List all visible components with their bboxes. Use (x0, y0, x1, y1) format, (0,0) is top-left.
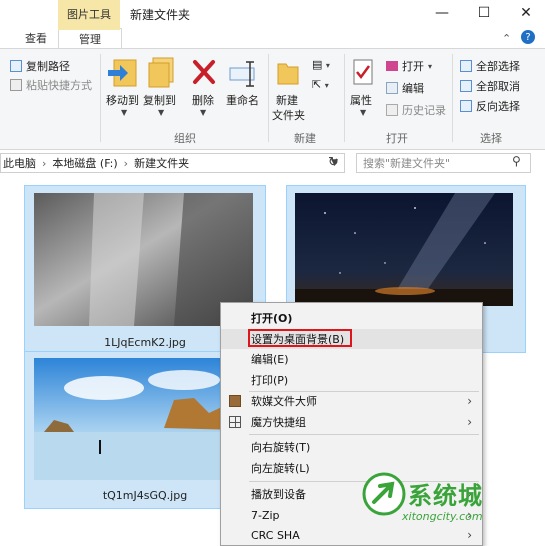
menu-item-rotate-right[interactable]: 向右旋转(T) (221, 437, 482, 457)
menu-item-print[interactable]: 打印(P) (221, 370, 482, 390)
watermark-brand: 系统城 (408, 482, 483, 510)
rename-icon (229, 61, 255, 87)
open-icon (386, 61, 398, 71)
breadcrumb-folder[interactable]: 新建文件夹 (134, 155, 189, 171)
rename-label: 重命名 (226, 94, 259, 107)
copy-to-caret-icon: ▼ (158, 108, 165, 117)
new-folder-icon (277, 63, 299, 85)
move-to-caret-icon: ▼ (121, 108, 128, 117)
invert-selection-button[interactable]: 反向选择 (460, 98, 520, 114)
new-item-icon[interactable]: ▤ ▾ (312, 58, 330, 71)
easy-access-icon[interactable]: ⇱ ▾ (312, 78, 329, 91)
submenu-arrow-icon: › (467, 415, 472, 429)
breadcrumb-separator-icon: › (42, 156, 47, 170)
select-none-button[interactable]: 全部取消 (460, 78, 520, 94)
tab-view[interactable]: 查看 (14, 28, 58, 48)
watermark-logo-icon (362, 472, 406, 516)
close-button[interactable]: ✕ (508, 0, 544, 26)
ribbon-separator (452, 54, 453, 142)
invert-selection-icon (460, 100, 472, 112)
paste-shortcut-button[interactable]: 粘贴快捷方式 (10, 77, 92, 93)
copy-to-icon (148, 57, 174, 88)
image-thumbnail (295, 193, 513, 306)
menu-item-set-desktop-background[interactable]: 设置为桌面背景(B) (221, 329, 482, 349)
delete-label: 删除 (192, 94, 214, 107)
paste-shortcut-icon (10, 79, 22, 91)
select-all-button[interactable]: 全部选择 (460, 58, 520, 74)
watermark-url: xitongcity.com (402, 510, 483, 523)
window-title: 新建文件夹 (130, 8, 191, 22)
delete-caret-icon: ▼ (200, 108, 207, 117)
history-icon (386, 104, 398, 116)
site-watermark: 系统城 xitongcity.com (362, 470, 512, 540)
new-folder-label-line2: 文件夹 (272, 109, 305, 122)
select-none-icon (460, 80, 472, 92)
breadcrumb-drive[interactable]: 本地磁盘 (F:) (52, 155, 117, 171)
search-icon[interactable]: ⚲ (512, 154, 521, 168)
menu-item-ruanmei-file-master[interactable]: 软媒文件大师 › (221, 391, 482, 411)
properties-button[interactable]: 属性 ▼ (348, 56, 380, 126)
copy-path-icon (10, 60, 22, 72)
copy-to-label: 复制到 (143, 94, 176, 107)
delete-button[interactable]: 删除 ▼ (190, 56, 220, 126)
ribbon-collapse-icon[interactable]: ⌃ (502, 32, 511, 45)
help-icon[interactable]: ? (521, 30, 535, 44)
delete-icon (193, 60, 215, 84)
new-folder-button[interactable]: 新建 文件夹 (272, 56, 308, 126)
move-to-label: 移动到 (106, 94, 139, 107)
ribbon-separator (268, 54, 269, 142)
select-group-label: 选择 (480, 132, 502, 145)
context-tab-accent (58, 28, 120, 30)
menu-item-mofang-shortcut[interactable]: 魔方快捷组 › (221, 412, 482, 432)
paste-shortcut-label: 粘贴快捷方式 (26, 79, 92, 92)
move-to-button[interactable]: 移动到 ▼ (106, 56, 142, 126)
copy-path-button[interactable]: 复制路径 (10, 58, 70, 74)
properties-icon (353, 59, 373, 85)
organize-group-label: 组织 (174, 132, 196, 145)
ribbon-separator (344, 54, 345, 142)
history-button[interactable]: 历史记录 (386, 102, 446, 118)
address-bar[interactable]: 此电脑 › 本地磁盘 (F:) › 新建文件夹 ▼ (0, 153, 345, 173)
grid-icon (229, 416, 241, 428)
open-label: 打开 (402, 60, 424, 73)
select-all-icon (460, 60, 472, 72)
history-label: 历史记录 (402, 104, 446, 117)
select-all-label: 全部选择 (476, 60, 520, 73)
properties-caret-icon: ▼ (360, 108, 367, 117)
open-group-label: 打开 (386, 132, 408, 145)
menu-item-open[interactable]: 打开(O) (221, 308, 482, 328)
edit-label: 编辑 (402, 82, 424, 95)
open-button[interactable]: 打开 ▾ (386, 58, 432, 74)
move-to-icon (108, 59, 137, 87)
maximize-button[interactable]: ☐ (466, 0, 502, 26)
refresh-icon[interactable]: ↻ (328, 155, 339, 170)
ribbon-separator (100, 54, 101, 142)
breadcrumb-separator-icon: › (123, 156, 129, 170)
tab-manage[interactable]: 管理 (58, 28, 122, 49)
minimize-button[interactable]: — (424, 0, 460, 26)
submenu-arrow-icon: › (467, 394, 472, 408)
breadcrumb-this-pc[interactable]: 此电脑 (3, 155, 36, 171)
properties-label: 属性 (350, 94, 372, 107)
rename-button[interactable]: 重命名 (224, 56, 264, 126)
copy-path-label: 复制路径 (26, 60, 70, 73)
file-master-icon (229, 395, 241, 407)
open-caret-icon: ▾ (428, 61, 433, 71)
edit-button[interactable]: 编辑 (386, 80, 424, 96)
picture-tools-context-tab[interactable]: 图片工具 (58, 0, 120, 28)
select-none-label: 全部取消 (476, 80, 520, 93)
copy-to-button[interactable]: 复制到 ▼ (143, 56, 179, 126)
invert-selection-label: 反向选择 (476, 100, 520, 113)
new-group-label: 新建 (294, 132, 316, 145)
new-folder-label-line1: 新建 (276, 94, 298, 107)
menu-separator (249, 434, 479, 435)
menu-item-edit[interactable]: 编辑(E) (221, 349, 482, 369)
edit-icon (386, 82, 398, 94)
search-input[interactable]: 搜索"新建文件夹" (356, 153, 531, 173)
